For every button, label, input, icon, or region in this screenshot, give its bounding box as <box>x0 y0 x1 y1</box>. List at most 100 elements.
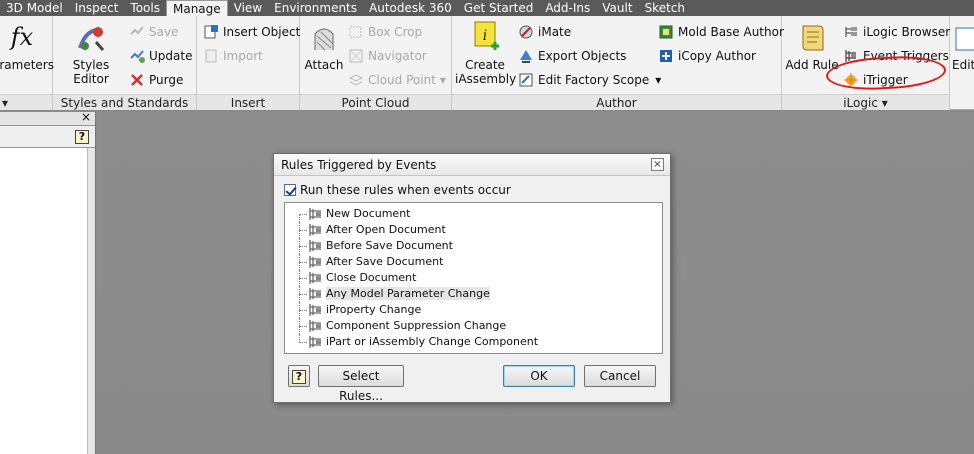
parameters-button[interactable]: fx arameters <box>0 23 54 72</box>
add-rule-button[interactable]: Add Rule <box>784 22 840 72</box>
event-label: New Document <box>326 207 411 220</box>
create-iassembly-button[interactable]: i Create iAssembly <box>455 20 517 86</box>
attach-button[interactable]: Attach <box>302 24 346 72</box>
help-icon: ? <box>292 370 306 384</box>
dialog-help-button[interactable]: ? <box>288 365 310 387</box>
icopy-author-button[interactable]: iCopy Author <box>658 48 756 64</box>
help-icon[interactable]: ? <box>75 130 89 144</box>
event-item-after-open-document[interactable]: After Open Document <box>285 222 662 238</box>
event-item-new-document[interactable]: New Document <box>285 206 662 222</box>
add-rule-icon <box>802 25 824 51</box>
create-label: Create <box>465 58 505 72</box>
navigator-button[interactable]: Navigator <box>348 48 427 64</box>
event-icon <box>309 320 321 332</box>
ilogic-browser-button[interactable]: iLogic Browser <box>843 24 950 40</box>
event-label: Before Save Document <box>326 239 453 252</box>
styles-panel-title: Styles and Standards <box>53 94 196 110</box>
event-item-iproperty-change[interactable]: iProperty Change <box>285 302 662 318</box>
run-rules-checkbox[interactable] <box>284 184 296 196</box>
tab-tools[interactable]: Tools <box>124 0 166 16</box>
insert-object-button[interactable]: Insert Object <box>203 24 300 40</box>
event-label: Close Document <box>326 271 417 284</box>
rules-triggered-by-events-dialog: Rules Triggered by Events × Run these ru… <box>273 153 671 403</box>
event-item-after-save-document[interactable]: After Save Document <box>285 254 662 270</box>
update-button[interactable]: Update <box>129 48 192 64</box>
event-icon <box>309 336 321 348</box>
ilogic-panel-title: iLogic ▾ <box>782 94 949 110</box>
save-label: Save <box>149 25 179 39</box>
event-item-component-suppression-change[interactable]: Component Suppression Change <box>285 318 662 334</box>
event-icon <box>309 304 321 316</box>
event-item-close-document[interactable]: Close Document <box>285 270 662 286</box>
event-label: Any Model Parameter Change <box>326 287 490 300</box>
imate-icon <box>519 25 533 39</box>
cloud-point-button[interactable]: Cloud Point ▾ <box>348 72 446 88</box>
event-label: Component Suppression Change <box>326 319 507 332</box>
import-label: Import <box>223 49 263 63</box>
dialog-close-icon[interactable]: × <box>651 158 664 171</box>
tab-add-ins[interactable]: Add-Ins <box>539 0 596 16</box>
mold-base-author-label: Mold Base Author <box>678 25 784 39</box>
event-item-ipart-or-iassembly-change-component[interactable]: iPart or iAssembly Change Component <box>285 334 662 350</box>
edit-button[interactable]: Edit <box>952 24 974 72</box>
ilogic-panel-dropdown-icon[interactable]: ▾ <box>882 96 888 110</box>
styles-panel: Styles Editor Save Update Purge Styles a… <box>53 16 197 110</box>
close-icon[interactable]: × <box>81 110 91 124</box>
point-cloud-panel-title: Point Cloud <box>300 94 451 110</box>
export-objects-label: Export Objects <box>538 49 627 63</box>
tab-3d-model[interactable]: 3D Model <box>0 0 69 16</box>
dialog-title: Rules Triggered by Events <box>281 158 437 172</box>
event-item-before-save-document[interactable]: Before Save Document <box>285 238 662 254</box>
create-iassembly-icon: i <box>474 21 499 50</box>
edit-label: Edit <box>952 58 974 72</box>
update-label: Update <box>149 49 193 63</box>
icopy-author-icon <box>660 50 672 62</box>
import-icon <box>205 49 217 63</box>
model-browser-header: × <box>0 110 95 126</box>
insert-object-icon <box>204 25 218 39</box>
navigator-icon <box>349 49 363 63</box>
model-browser-pane: × ? <box>0 110 96 454</box>
edit-factory-scope-dropdown-icon[interactable]: ▾ <box>655 73 661 87</box>
iassembly-label: iAssembly <box>455 72 517 86</box>
import-button[interactable]: Import <box>203 48 263 64</box>
styles-editor-button[interactable]: Styles Editor <box>57 24 125 86</box>
fx-icon: fx <box>10 23 34 51</box>
tab-autodesk-360[interactable]: Autodesk 360 <box>363 0 458 16</box>
export-objects-button[interactable]: Export Objects <box>518 48 626 64</box>
edit-factory-scope-label: Edit Factory Scope <box>538 73 650 87</box>
attach-icon <box>314 28 334 51</box>
styles-editor-label: Styles Editor <box>72 58 110 86</box>
box-crop-label: Box Crop <box>368 25 423 39</box>
purge-button[interactable]: Purge <box>129 72 183 88</box>
edit-panel-partial: Edit <box>950 16 974 110</box>
tab-manage[interactable]: Manage <box>165 0 228 16</box>
parameters-panel-dropdown[interactable]: ▾ <box>0 94 52 110</box>
icopy-author-label: iCopy Author <box>678 49 756 63</box>
run-rules-checkbox-label: Run these rules when events occur <box>300 183 511 197</box>
imate-label: iMate <box>538 25 572 39</box>
save-icon <box>130 26 144 35</box>
tab-sketch[interactable]: Sketch <box>639 0 691 16</box>
cancel-button[interactable]: Cancel <box>584 365 656 387</box>
box-crop-button[interactable]: Box Crop <box>348 24 422 40</box>
attach-label: Attach <box>304 58 344 72</box>
tab-view[interactable]: View <box>228 0 268 16</box>
tab-get-started[interactable]: Get Started <box>458 0 540 16</box>
edit-factory-scope-button[interactable]: Edit Factory Scope ▾ <box>518 72 661 88</box>
run-rules-checkbox-row[interactable]: Run these rules when events occur <box>284 183 511 197</box>
tab-vault[interactable]: Vault <box>596 0 638 16</box>
cloud-point-dropdown-icon[interactable]: ▾ <box>440 73 446 87</box>
dialog-title-bar: Rules Triggered by Events × <box>274 154 670 176</box>
box-crop-icon <box>349 26 362 38</box>
mold-base-author-button[interactable]: Mold Base Author <box>658 24 784 40</box>
imate-button[interactable]: iMate <box>518 24 571 40</box>
navigator-label: Navigator <box>368 49 427 63</box>
select-rules-button[interactable]: Select Rules... <box>318 365 404 403</box>
event-item-any-model-parameter-change[interactable]: Any Model Parameter Change <box>285 286 662 302</box>
save-button[interactable]: Save <box>129 24 178 40</box>
ok-button[interactable]: OK <box>503 365 575 387</box>
model-browser-scrollbar[interactable] <box>87 148 95 454</box>
tab-inspect[interactable]: Inspect <box>69 0 125 16</box>
tab-environments[interactable]: Environments <box>268 0 363 16</box>
